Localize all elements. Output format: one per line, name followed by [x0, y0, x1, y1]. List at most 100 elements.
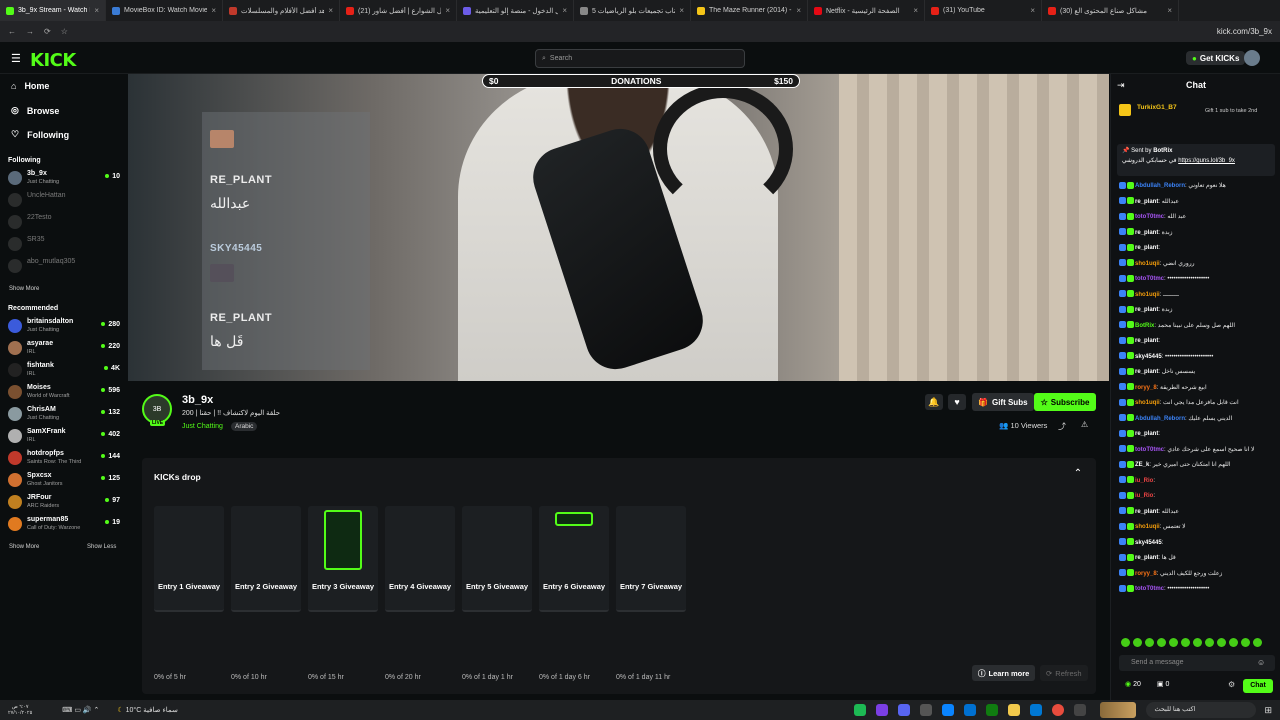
discord-icon[interactable]: [898, 704, 911, 716]
share-icon[interactable]: ⤴: [1058, 421, 1066, 432]
sidebar-channel[interactable]: 22Testo: [8, 212, 120, 232]
emote-icon[interactable]: [1157, 638, 1166, 647]
chat-username[interactable]: re_plant: [1135, 199, 1158, 205]
emote-icon[interactable]: [1145, 638, 1154, 647]
chat-send-button[interactable]: Chat: [1243, 679, 1273, 693]
windows-start-icon[interactable]: ⊞: [1264, 705, 1272, 716]
browser-tab[interactable]: شاهد أفضل الأفلام والمسلسلات ×: [223, 0, 340, 21]
browser-tab[interactable]: 3b_9x Stream - Watch Live on ×: [0, 0, 106, 21]
sidebar-channel[interactable]: fishtank IRL 4K: [8, 360, 120, 380]
app-icon[interactable]: [942, 704, 955, 716]
emote-icon[interactable]: [1217, 638, 1226, 647]
giveaway-card[interactable]: Entry 5 Giveaway 0% of 1 day 1 hr: [462, 506, 532, 681]
nav-home[interactable]: ⌂ Home: [11, 81, 49, 91]
tab-close-icon[interactable]: ×: [328, 6, 333, 15]
browser-tab[interactable]: (21) أكل الشوارع | أفضل شاور ×: [340, 0, 457, 21]
tab-close-icon[interactable]: ×: [445, 6, 450, 15]
get-kicks-button[interactable]: ● Get KICKs: [1186, 51, 1246, 65]
refresh-button[interactable]: ⟳ Refresh: [1040, 665, 1088, 681]
emote-icon[interactable]: [1169, 638, 1178, 647]
browser-tab[interactable]: تسجيل الدخول - منصة إلو التعليمية ×: [457, 0, 574, 21]
browser-tab[interactable]: The Maze Runner (2014) - IMDb ×: [691, 0, 808, 21]
notification-bell-icon[interactable]: 🔔: [925, 394, 943, 410]
emote-icon[interactable]: [1181, 638, 1190, 647]
sidebar-channel[interactable]: Spxcsx Ghost Janitors 125: [8, 470, 120, 490]
emote-icon[interactable]: [1193, 638, 1202, 647]
emote-icon[interactable]: [1241, 638, 1250, 647]
recommended-show-less[interactable]: Show Less: [87, 544, 116, 550]
chat-username[interactable]: re_plant: [1135, 230, 1158, 236]
browser-tab[interactable]: كتاب تجميعات بلو الرياضيات 5 ×: [574, 0, 691, 21]
chat-username[interactable]: re_plant: [1135, 307, 1158, 313]
sidebar-channel[interactable]: ChrisAM Just Chatting 132: [8, 404, 120, 424]
tab-close-icon[interactable]: ×: [1167, 6, 1172, 15]
giveaway-card[interactable]: Entry 4 Giveaway 0% of 20 hr: [385, 506, 455, 681]
sidebar-channel[interactable]: JRFour ARC Raiders 97: [8, 492, 120, 512]
browser-tab[interactable]: (30) مشاكل صناع المحتوى الع ×: [1042, 0, 1179, 21]
app-icon[interactable]: [920, 704, 933, 716]
stream-category[interactable]: Just Chatting: [182, 423, 223, 430]
widget-thumbnail[interactable]: [1100, 702, 1137, 718]
pinned-link[interactable]: https://guns.lol/3b_9x: [1178, 158, 1235, 164]
chat-username[interactable]: sky45445: [1135, 354, 1162, 360]
hamburger-menu-icon[interactable]: ☰: [11, 52, 21, 65]
emoji-picker-icon[interactable]: ☺: [1257, 658, 1265, 667]
taskbar-clock[interactable]: ٦:٠٧ ص ٢٧/١٠/٢٠٢٥: [8, 704, 32, 716]
user-avatar[interactable]: [1244, 50, 1260, 66]
emote-icon[interactable]: [1229, 638, 1238, 647]
app-icon[interactable]: [854, 704, 867, 716]
xbox-icon[interactable]: [986, 704, 999, 716]
following-show-more[interactable]: Show More: [9, 286, 39, 292]
emote-icon[interactable]: [1205, 638, 1214, 647]
chat-username[interactable]: totoT0tmc: [1135, 447, 1164, 453]
taskbar-search[interactable]: اكتب هنا للبحث: [1146, 702, 1257, 718]
tab-close-icon[interactable]: ×: [94, 6, 99, 15]
kicks-balance[interactable]: ◉ 20: [1125, 680, 1141, 688]
gifter-name[interactable]: TurkixG1_B7: [1137, 104, 1177, 111]
chat-message-input[interactable]: Send a message: [1119, 655, 1275, 671]
gift-balance[interactable]: ▣ 0: [1157, 680, 1169, 688]
browser-tab[interactable]: MovieBox ID: Watch Movies ×: [106, 0, 223, 21]
chat-username[interactable]: re_plant: [1135, 245, 1158, 251]
chat-username[interactable]: roryy_8: [1135, 385, 1157, 391]
sidebar-channel[interactable]: hotdropfps Saints Row: The Third 144: [8, 448, 120, 468]
chevron-up-icon[interactable]: ⌃: [1070, 468, 1086, 484]
tab-close-icon[interactable]: ×: [1030, 6, 1035, 15]
sidebar-channel[interactable]: asyarae IRL 220: [8, 338, 120, 358]
emote-icon[interactable]: [1121, 638, 1130, 647]
emote-icon[interactable]: [1253, 638, 1262, 647]
tab-close-icon[interactable]: ×: [913, 6, 918, 15]
chat-username[interactable]: BotRix: [1135, 323, 1154, 329]
bookmark-icon[interactable]: ☆: [61, 27, 68, 36]
sidebar-channel[interactable]: SamXFrank IRL 402: [8, 426, 120, 446]
back-icon[interactable]: ←: [8, 27, 16, 36]
app-icon[interactable]: [964, 704, 977, 716]
subscribe-button[interactable]: ☆ Subscribe: [1034, 393, 1096, 411]
sidebar-channel[interactable]: Moises World of Warcraft 596: [8, 382, 120, 402]
sidebar-channel[interactable]: abo_mutlaq305: [8, 256, 120, 276]
chat-username[interactable]: sho1uqii: [1135, 524, 1160, 530]
giveaway-card[interactable]: Entry 2 Giveaway 0% of 10 hr: [231, 506, 301, 681]
browser-tab[interactable]: (31) YouTube ×: [925, 0, 1042, 21]
chat-username[interactable]: re_plant: [1135, 509, 1158, 515]
chat-username[interactable]: roryy_8: [1135, 571, 1157, 577]
giveaway-card[interactable]: Entry 1 Giveaway 0% of 5 hr: [154, 506, 224, 681]
app-icon[interactable]: [876, 704, 889, 716]
chat-username[interactable]: totoT0tmc: [1135, 276, 1164, 282]
chat-username[interactable]: iu_Rio: [1135, 493, 1153, 499]
stream-tag[interactable]: Arabic: [231, 422, 258, 431]
sidebar-channel[interactable]: SR35: [8, 234, 120, 254]
follow-heart-icon[interactable]: ♥: [948, 394, 966, 410]
tray-icons[interactable]: ⌨ ▭ 🔊 ⌃: [62, 706, 99, 714]
address-url[interactable]: kick.com/3b_9x: [1217, 27, 1272, 36]
chat-username[interactable]: re_plant: [1135, 555, 1158, 561]
giveaway-card[interactable]: Entry 6 Giveaway 0% of 1 day 6 hr: [539, 506, 609, 681]
chat-username[interactable]: sho1uqii: [1135, 400, 1160, 406]
chat-username[interactable]: sho1uqii: [1135, 261, 1160, 267]
chat-username[interactable]: Abdullah_Reborn: [1135, 183, 1185, 189]
sidebar-channel[interactable]: superman85 Call of Duty: Warzone 19: [8, 514, 120, 534]
chat-settings-icon[interactable]: ⚙: [1228, 680, 1235, 689]
tab-close-icon[interactable]: ×: [211, 6, 216, 15]
report-warning-icon[interactable]: ⚠: [1081, 420, 1088, 429]
nav-following[interactable]: ♡ Following: [11, 129, 69, 140]
